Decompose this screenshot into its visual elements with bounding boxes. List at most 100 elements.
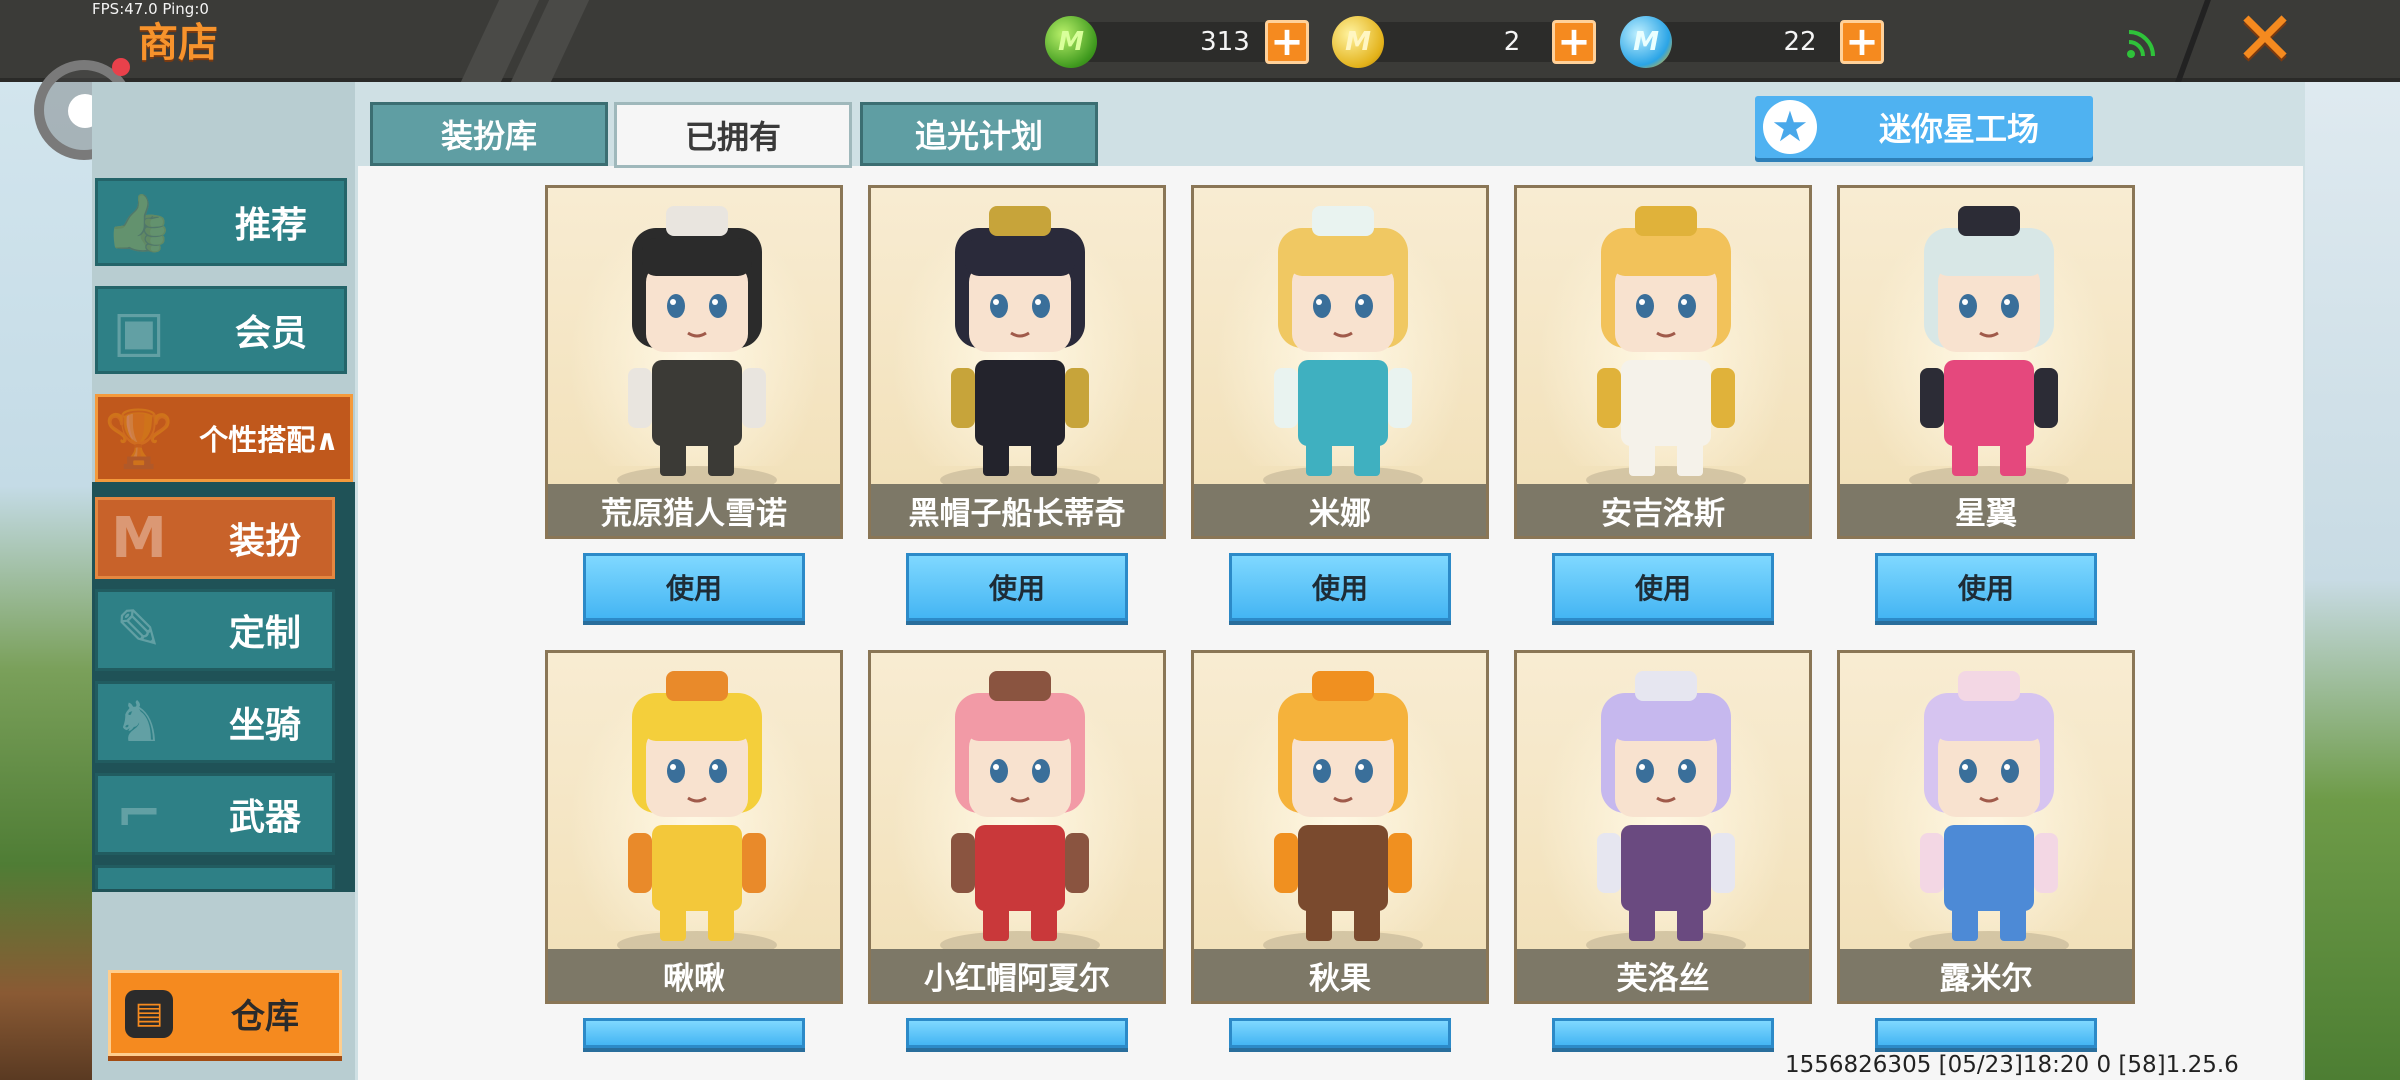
currency-green: M 313 + <box>1045 16 1345 68</box>
use-button[interactable]: 使用 <box>583 553 805 621</box>
outfit-name-label: 露米尔 <box>1939 960 2033 997</box>
currency-value: 313 <box>1200 27 1250 57</box>
tab-outfit-library[interactable]: 装扮库 <box>370 102 608 166</box>
outfit-name: 啾啾 <box>548 949 840 1001</box>
close-button[interactable]: ✕ <box>2230 2 2300 76</box>
outfit-name: 黑帽子船长蒂奇 <box>871 484 1163 536</box>
plus-icon: + <box>1557 19 1591 65</box>
outfit-name: 秋果 <box>1194 949 1486 1001</box>
sidebar-subitem-customize[interactable]: ✎ 定制 <box>95 589 335 671</box>
use-button[interactable]: 使用 <box>1875 553 2097 621</box>
character-portrait <box>1586 206 1746 488</box>
outfit-name-label: 小红帽阿夏尔 <box>924 960 1110 997</box>
chest-icon: ▤ <box>125 990 173 1038</box>
notification-dot <box>112 58 130 76</box>
outfit-name-label: 黑帽子船长蒂奇 <box>908 495 1126 532</box>
gun-icon: ⌐ <box>115 782 163 847</box>
green-m-coin-icon: M <box>1045 16 1097 68</box>
page-title: 商店 <box>138 20 218 66</box>
outfit-name-label: 米娜 <box>1309 495 1371 532</box>
character-portrait <box>940 671 1100 953</box>
outfit-card[interactable]: 芙洛丝 <box>1514 650 1812 1004</box>
add-currency-button[interactable]: + <box>1265 20 1309 64</box>
warehouse-button[interactable]: ▤ 仓库 <box>108 970 342 1056</box>
outfit-card[interactable]: 啾啾 <box>545 650 843 1004</box>
character-portrait <box>1909 671 2069 953</box>
sidebar-item-label: 装扮 <box>228 521 301 562</box>
outfit-name: 小红帽阿夏尔 <box>871 949 1163 1001</box>
outfit-card[interactable]: 小红帽阿夏尔 <box>868 650 1166 1004</box>
trophy-icon: 🏆 <box>104 407 174 472</box>
pencil-icon: ✎ <box>115 598 163 663</box>
outfit-name: 荒原猎人雪诺 <box>548 484 840 536</box>
sidebar-item-label: 个性搭配∧ <box>199 423 339 457</box>
outfit-card[interactable]: 米娜 <box>1191 185 1489 539</box>
add-currency-button[interactable]: + <box>1552 20 1596 64</box>
blue-m-coin-icon: M <box>1620 16 1672 68</box>
sidebar-item-recommend[interactable]: 👍 推荐 <box>95 178 347 266</box>
star-icon: ★ <box>1763 100 1817 154</box>
outfit-name-label: 秋果 <box>1309 960 1371 997</box>
sidebar-item-label: 会员 <box>234 313 307 354</box>
sidebar-item-label: 坐骑 <box>228 705 301 746</box>
plus-icon: + <box>1270 19 1304 65</box>
outfit-name: 芙洛丝 <box>1517 949 1809 1001</box>
sidebar-item-label: 定制 <box>228 613 301 654</box>
sidebar-item-vip[interactable]: ▣ 会员 <box>95 286 347 374</box>
character-portrait <box>1586 671 1746 953</box>
outfit-card[interactable]: 安吉洛斯 <box>1514 185 1812 539</box>
star-workshop-label: 迷你星工场 <box>1878 110 2039 148</box>
outfit-name: 星翼 <box>1840 484 2132 536</box>
currency-value: 2 <box>1503 27 1521 57</box>
outfit-name-label: 安吉洛斯 <box>1601 495 1725 532</box>
use-button[interactable]: 使用 <box>906 1018 1128 1048</box>
outfit-name-label: 啾啾 <box>663 960 725 997</box>
use-button[interactable]: 使用 <box>1552 1018 1774 1048</box>
use-button[interactable]: 使用 <box>1875 1018 2097 1048</box>
mini-star-workshop-button[interactable]: ★ 迷你星工场 <box>1755 96 2093 158</box>
build-info: 1556826305 [05/23]18:20 0 [58]1.25.6 <box>1785 1052 2239 1078</box>
outfit-card[interactable]: 荒原猎人雪诺 <box>545 185 843 539</box>
sidebar-subitem-outfit[interactable]: M 装扮 <box>95 497 335 579</box>
outfit-icon: M <box>111 506 167 571</box>
sidebar-subitem-partial[interactable] <box>95 865 335 889</box>
outfit-card[interactable]: 星翼 <box>1837 185 2135 539</box>
tab-chase-light-plan[interactable]: 追光计划 <box>860 102 1098 166</box>
close-icon: ✕ <box>2233 0 2296 82</box>
mount-icon: ♞ <box>113 690 165 755</box>
warehouse-label: 仓库 <box>231 996 299 1037</box>
character-portrait <box>940 206 1100 488</box>
character-portrait <box>617 206 777 488</box>
character-portrait <box>617 671 777 953</box>
use-button[interactable]: 使用 <box>1552 553 1774 621</box>
gold-m-coin-icon: M <box>1332 16 1384 68</box>
use-button[interactable]: 使用 <box>1229 1018 1451 1048</box>
add-currency-button[interactable]: + <box>1840 20 1884 64</box>
sidebar-subitem-mount[interactable]: ♞ 坐骑 <box>95 681 335 763</box>
outfit-name-label: 荒原猎人雪诺 <box>601 495 787 532</box>
use-button[interactable]: 使用 <box>1229 553 1451 621</box>
outfit-card[interactable]: 秋果 <box>1191 650 1489 1004</box>
outfit-card[interactable]: 露米尔 <box>1837 650 2135 1004</box>
use-button[interactable]: 使用 <box>583 1018 805 1048</box>
character-portrait <box>1263 671 1423 953</box>
sidebar-item-label: 推荐 <box>234 205 307 246</box>
outfit-name: 米娜 <box>1194 484 1486 536</box>
outfit-name-label: 芙洛丝 <box>1616 960 1710 997</box>
currency-value: 22 <box>1783 27 1817 57</box>
currency-blue: M 22 + <box>1620 16 1920 68</box>
outfit-name-label: 星翼 <box>1955 495 2017 532</box>
outfit-card[interactable]: 黑帽子船长蒂奇 <box>868 185 1166 539</box>
thumbs-up-icon: 👍 <box>104 191 174 256</box>
sidebar-subitem-weapon[interactable]: ⌐ 武器 <box>95 773 335 855</box>
character-portrait <box>1263 206 1423 488</box>
currency-gold: M 2 + <box>1332 16 1632 68</box>
tab-owned[interactable]: 已拥有 <box>614 102 852 168</box>
sidebar-item-personal-style[interactable]: 🏆 个性搭配∧ <box>95 394 353 482</box>
character-portrait <box>1909 206 2069 488</box>
vip-card-icon: ▣ <box>112 299 166 364</box>
outfit-name: 安吉洛斯 <box>1517 484 1809 536</box>
wifi-signal-icon <box>2127 30 2155 58</box>
sidebar-item-label: 武器 <box>228 797 301 838</box>
use-button[interactable]: 使用 <box>906 553 1128 621</box>
